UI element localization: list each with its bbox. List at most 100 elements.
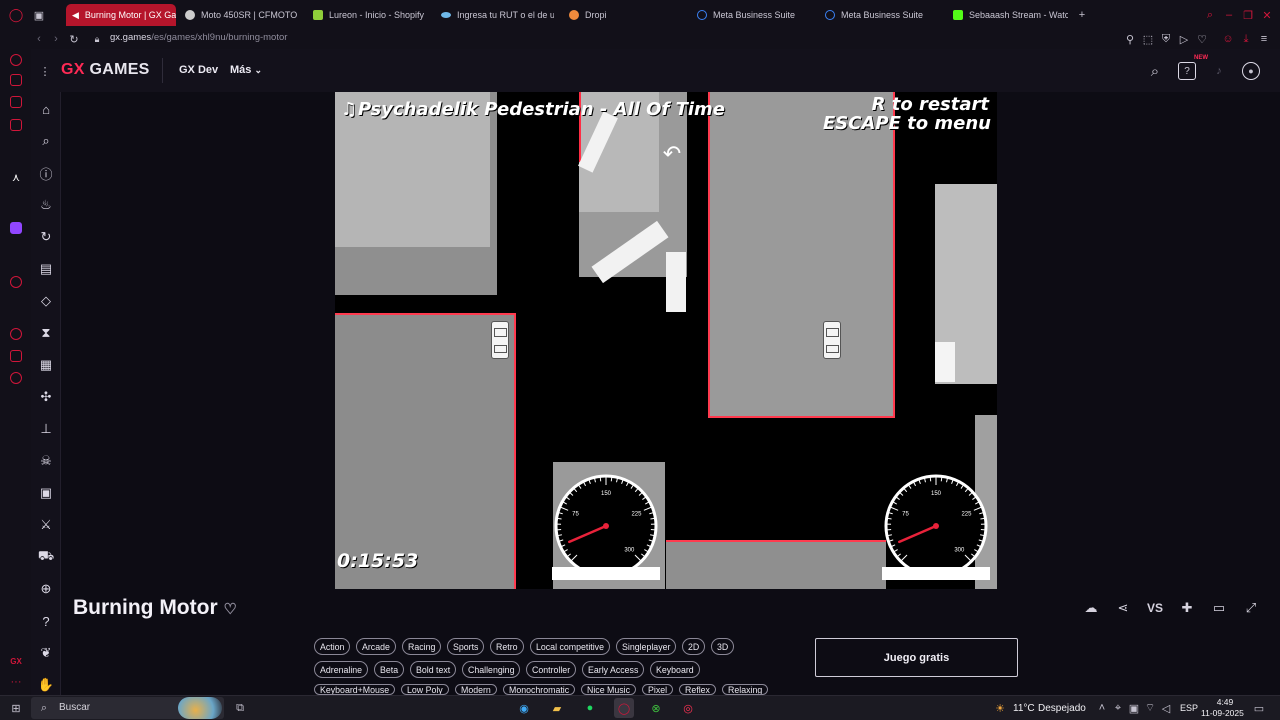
tag-pill[interactable]: Nice Music: [581, 684, 637, 695]
sidebar-search-icon[interactable]: ⌕: [38, 133, 54, 149]
task-view-icon[interactable]: ⧉: [233, 701, 247, 715]
gx-corner-icon[interactable]: GX: [8, 655, 24, 667]
tag-pill[interactable]: Relaxing: [722, 684, 769, 695]
tab-rut[interactable]: Ingresa tu RUT o el de un: [441, 4, 554, 26]
lock-icon[interactable]: 🔒︎: [91, 32, 103, 46]
tag-pill[interactable]: Local competitive: [530, 638, 610, 655]
tag-pill[interactable]: Early Access: [582, 661, 645, 678]
tag-pill[interactable]: Keyboard+Mouse: [314, 684, 396, 695]
windows-start-icon[interactable]: ⊞: [9, 701, 23, 715]
cloud-upload-icon[interactable]: ☁: [1083, 600, 1099, 616]
player-icon[interactable]: ▷: [1178, 32, 1190, 46]
tag-pill[interactable]: Beta: [374, 661, 405, 678]
hand-icon[interactable]: ✋: [38, 677, 54, 693]
alert-icon[interactable]: ⓘ: [38, 165, 54, 182]
tag-pill[interactable]: Action: [314, 638, 351, 655]
minimize-icon[interactable]: –: [1222, 8, 1236, 22]
mic-icon[interactable]: ⌖: [1112, 701, 1124, 715]
capture-icon[interactable]: ▣: [1128, 701, 1140, 715]
joystick-icon[interactable]: ⊥: [38, 421, 54, 437]
tab-dropi[interactable]: Dropi: [569, 4, 649, 26]
maximize-icon[interactable]: ❐: [1241, 8, 1255, 22]
site-menu-icon[interactable]: ⋮: [39, 63, 51, 79]
url-field[interactable]: gx.games/es/games/xhl9nu/burning-motor: [110, 32, 287, 43]
book-icon[interactable]: ▣: [38, 485, 54, 501]
weather-temp[interactable]: 11°C: [1013, 703, 1035, 714]
versus-icon[interactable]: VS: [1147, 600, 1163, 616]
skull-icon[interactable]: ☠: [38, 453, 54, 469]
bell-icon[interactable]: ♪: [1210, 62, 1228, 80]
new-tab-button[interactable]: +: [1076, 8, 1088, 22]
file-explorer-icon[interactable]: ▰: [549, 700, 565, 716]
profile-icon[interactable]: ☺: [1222, 32, 1234, 46]
card-icon[interactable]: ▤: [38, 261, 54, 277]
reload-icon[interactable]: ↻: [68, 32, 80, 46]
home-icon[interactable]: ⌂: [38, 101, 54, 117]
tab-meta-2[interactable]: Meta Business Suite: [825, 4, 935, 26]
theater-mode-icon[interactable]: ▭: [1211, 600, 1227, 616]
xbox-icon[interactable]: ⊗: [648, 700, 664, 716]
search-tabs-icon[interactable]: ⌕: [1203, 8, 1217, 22]
clock-time[interactable]: 4:49: [1213, 697, 1237, 707]
forward-icon[interactable]: ›: [50, 32, 62, 46]
tag-pill[interactable]: Controller: [526, 661, 577, 678]
game-canvas[interactable]: ↶ ♫ Psychadelik Pedestrian - All Of Time…: [335, 92, 997, 589]
heart-icon[interactable]: ♡: [1196, 32, 1208, 46]
search-icon[interactable]: ⌕: [1146, 62, 1164, 80]
wifi-icon[interactable]: ⌔: [1144, 701, 1156, 715]
tag-pill[interactable]: Arcade: [356, 638, 396, 655]
taskbar-search[interactable]: ⌕ Buscar: [31, 697, 224, 719]
volume-icon[interactable]: ◁: [1160, 701, 1172, 715]
puzzle-icon[interactable]: ✣: [38, 389, 54, 405]
help-icon[interactable]: ?: [1178, 62, 1196, 80]
gx-games-icon[interactable]: ⋏: [9, 171, 23, 184]
twitch-icon[interactable]: [10, 222, 22, 234]
opera-logo-icon[interactable]: ◯: [8, 7, 24, 23]
tab-kick[interactable]: Sebaaash Stream - Watch: [953, 4, 1068, 26]
gx-games-logo[interactable]: GX GAMES: [61, 61, 150, 79]
heart-outline-icon[interactable]: ♡: [223, 601, 236, 618]
history-icon[interactable]: [10, 328, 22, 340]
gamepad-icon[interactable]: ✚: [1179, 600, 1195, 616]
opera-icon[interactable]: ◎: [680, 700, 696, 716]
download-icon[interactable]: ⤓: [1240, 32, 1252, 46]
tag-pill[interactable]: Keyboard: [650, 661, 700, 678]
settings-icon[interactable]: [10, 372, 22, 384]
fullscreen-icon[interactable]: ⤢: [1243, 600, 1259, 616]
tab-moto[interactable]: Moto 450SR | CFMOTO C: [185, 4, 297, 26]
back-icon[interactable]: ‹: [33, 32, 45, 46]
tab-shopify[interactable]: Lureon - Inicio - Shopify: [313, 4, 433, 26]
car-icon[interactable]: ⛟: [38, 548, 54, 565]
tag-pill[interactable]: Low Poly: [401, 684, 449, 695]
flame-icon[interactable]: ♨: [38, 197, 54, 213]
tag-pill[interactable]: Reflex: [679, 684, 716, 695]
language-indicator[interactable]: ESP: [1180, 703, 1198, 713]
weather-desc[interactable]: Despejado: [1038, 703, 1086, 714]
tag-pill[interactable]: Retro: [490, 638, 524, 655]
nav-mas[interactable]: Más ⌄: [230, 64, 262, 76]
snapshot-icon[interactable]: ⬚: [1142, 32, 1154, 46]
hourglass-icon[interactable]: ⧗: [38, 325, 54, 341]
refresh-icon[interactable]: ↻: [38, 229, 54, 245]
player-sidebar-icon[interactable]: [10, 276, 22, 288]
question-icon[interactable]: ?: [38, 613, 54, 629]
gem-icon[interactable]: ◇: [38, 293, 54, 309]
spotify-icon[interactable]: ●: [582, 700, 598, 716]
notifications-icon[interactable]: ▭: [1252, 701, 1266, 715]
edge-icon[interactable]: ◉: [516, 700, 532, 716]
mail-icon[interactable]: [10, 119, 22, 131]
brain-icon[interactable]: ❦: [38, 645, 54, 661]
workspaces-icon[interactable]: ▣: [32, 8, 46, 22]
play-free-button[interactable]: Juego gratis: [815, 638, 1018, 677]
tab-meta-1[interactable]: Meta Business Suite: [697, 4, 807, 26]
tag-pill[interactable]: Bold text: [410, 661, 457, 678]
speed-dial-icon[interactable]: [10, 54, 22, 66]
extensions-icon[interactable]: [10, 350, 22, 362]
pin-icon[interactable]: ⚲: [1124, 32, 1136, 46]
nav-gx-dev[interactable]: GX Dev: [179, 64, 218, 76]
tag-pill[interactable]: Racing: [402, 638, 442, 655]
sword-icon[interactable]: ⚔: [38, 517, 54, 533]
share-icon[interactable]: ⋖: [1115, 600, 1131, 616]
clock-date[interactable]: 11-09-2025: [1201, 708, 1244, 718]
more-icon[interactable]: ···: [8, 676, 24, 688]
